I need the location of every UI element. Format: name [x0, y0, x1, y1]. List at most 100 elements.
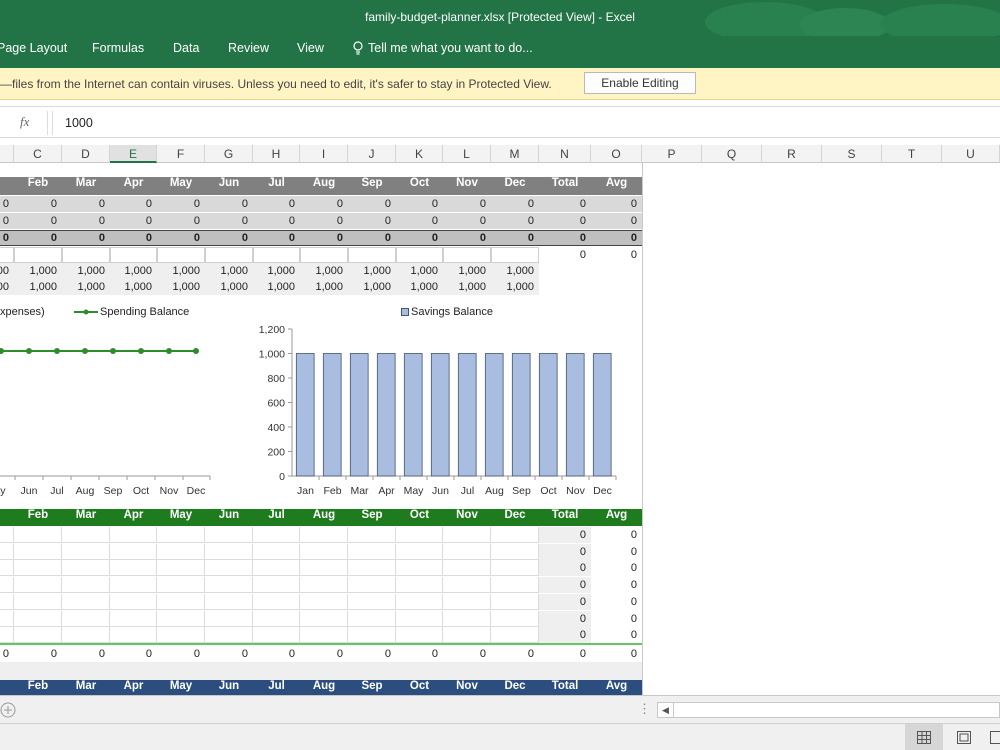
income-cell[interactable]: [300, 543, 348, 560]
column-header-l[interactable]: L: [443, 145, 491, 163]
income-cell[interactable]: [205, 610, 253, 627]
income-cell[interactable]: [205, 543, 253, 560]
income-cell[interactable]: [348, 543, 396, 560]
income-cell[interactable]: [348, 610, 396, 627]
income-cell[interactable]: [205, 527, 253, 543]
income-cell[interactable]: [110, 577, 157, 594]
page-layout-view-icon[interactable]: [957, 731, 971, 744]
income-cell[interactable]: [443, 527, 491, 543]
income-cell[interactable]: [443, 560, 491, 577]
income-cell[interactable]: [491, 577, 539, 594]
add-sheet-icon[interactable]: [0, 701, 18, 719]
scroll-left-icon[interactable]: ◀: [658, 703, 674, 717]
income-cell[interactable]: [205, 627, 253, 644]
income-cell[interactable]: [491, 610, 539, 627]
income-cell[interactable]: [14, 560, 62, 577]
income-cell[interactable]: [300, 577, 348, 594]
formula-input[interactable]: 1000: [52, 111, 1000, 135]
income-cell[interactable]: [300, 560, 348, 577]
income-cell[interactable]: [396, 560, 443, 577]
income-cell[interactable]: [0, 527, 14, 543]
income-cell[interactable]: [396, 627, 443, 644]
tell-me-search[interactable]: Tell me what you want to do...: [352, 41, 533, 55]
income-cell[interactable]: [253, 610, 300, 627]
income-cell[interactable]: [110, 560, 157, 577]
income-cell[interactable]: [157, 560, 205, 577]
income-cell[interactable]: [14, 577, 62, 594]
income-cell[interactable]: [396, 527, 443, 543]
tab-review[interactable]: Review: [228, 41, 269, 55]
column-header-g[interactable]: G: [205, 145, 253, 163]
column-header-j[interactable]: J: [348, 145, 396, 163]
income-cell[interactable]: [253, 543, 300, 560]
income-cell[interactable]: [157, 627, 205, 644]
income-cell[interactable]: [348, 560, 396, 577]
income-cell[interactable]: [491, 627, 539, 644]
income-cell[interactable]: [253, 627, 300, 644]
column-header-o[interactable]: O: [591, 145, 642, 163]
income-cell[interactable]: [253, 577, 300, 594]
income-cell[interactable]: [396, 593, 443, 610]
normal-view-button[interactable]: [905, 724, 943, 750]
income-cell[interactable]: [253, 527, 300, 543]
tab-formulas[interactable]: Formulas: [92, 41, 144, 55]
income-cell[interactable]: [300, 527, 348, 543]
column-header-q[interactable]: Q: [702, 145, 762, 163]
income-cell[interactable]: [491, 543, 539, 560]
fx-icon[interactable]: fx: [20, 114, 29, 130]
tab-page-layout[interactable]: Page Layout: [0, 41, 67, 55]
tab-data[interactable]: Data: [173, 41, 199, 55]
column-header-r[interactable]: R: [762, 145, 822, 163]
column-header-t[interactable]: T: [882, 145, 942, 163]
column-header-c[interactable]: C: [14, 145, 62, 163]
income-cell[interactable]: [0, 543, 14, 560]
column-header-d[interactable]: D: [62, 145, 110, 163]
income-cell[interactable]: [62, 593, 110, 610]
income-cell[interactable]: [110, 627, 157, 644]
income-cell[interactable]: [62, 627, 110, 644]
income-cell[interactable]: [348, 627, 396, 644]
income-cell[interactable]: [110, 593, 157, 610]
income-cell[interactable]: [253, 560, 300, 577]
column-header-b[interactable]: [0, 145, 14, 163]
worksheet-empty-area[interactable]: [642, 163, 1000, 695]
income-cell[interactable]: [300, 593, 348, 610]
column-header-f[interactable]: F: [157, 145, 205, 163]
column-header-u[interactable]: U: [942, 145, 1000, 163]
income-cell[interactable]: [396, 577, 443, 594]
income-cell[interactable]: [157, 577, 205, 594]
income-cell[interactable]: [253, 593, 300, 610]
income-cell[interactable]: [443, 593, 491, 610]
income-cell[interactable]: [205, 593, 253, 610]
income-cell[interactable]: [157, 593, 205, 610]
tab-view[interactable]: View: [297, 41, 324, 55]
income-cell[interactable]: [443, 610, 491, 627]
split-handle-icon[interactable]: ⋮: [638, 701, 651, 717]
income-cell[interactable]: [62, 560, 110, 577]
column-header-e[interactable]: E: [110, 145, 157, 163]
income-cell[interactable]: [0, 560, 14, 577]
horizontal-scrollbar[interactable]: ◀: [657, 702, 1000, 718]
income-cell[interactable]: [157, 543, 205, 560]
column-header-p[interactable]: P: [642, 145, 702, 163]
income-cell[interactable]: [14, 610, 62, 627]
income-cell[interactable]: [205, 577, 253, 594]
income-cell[interactable]: [348, 527, 396, 543]
income-cell[interactable]: [348, 593, 396, 610]
column-header-k[interactable]: K: [396, 145, 443, 163]
income-cell[interactable]: [62, 577, 110, 594]
enable-editing-button[interactable]: Enable Editing: [584, 72, 696, 94]
income-cell[interactable]: [110, 527, 157, 543]
income-cell[interactable]: [0, 610, 14, 627]
income-cell[interactable]: [443, 627, 491, 644]
column-header-n[interactable]: N: [539, 145, 591, 163]
income-cell[interactable]: [300, 610, 348, 627]
income-cell[interactable]: [14, 627, 62, 644]
income-cell[interactable]: [491, 560, 539, 577]
income-cell[interactable]: [110, 543, 157, 560]
income-cell[interactable]: [157, 527, 205, 543]
income-cell[interactable]: [110, 610, 157, 627]
income-cell[interactable]: [0, 593, 14, 610]
column-header-m[interactable]: M: [491, 145, 539, 163]
income-cell[interactable]: [491, 593, 539, 610]
